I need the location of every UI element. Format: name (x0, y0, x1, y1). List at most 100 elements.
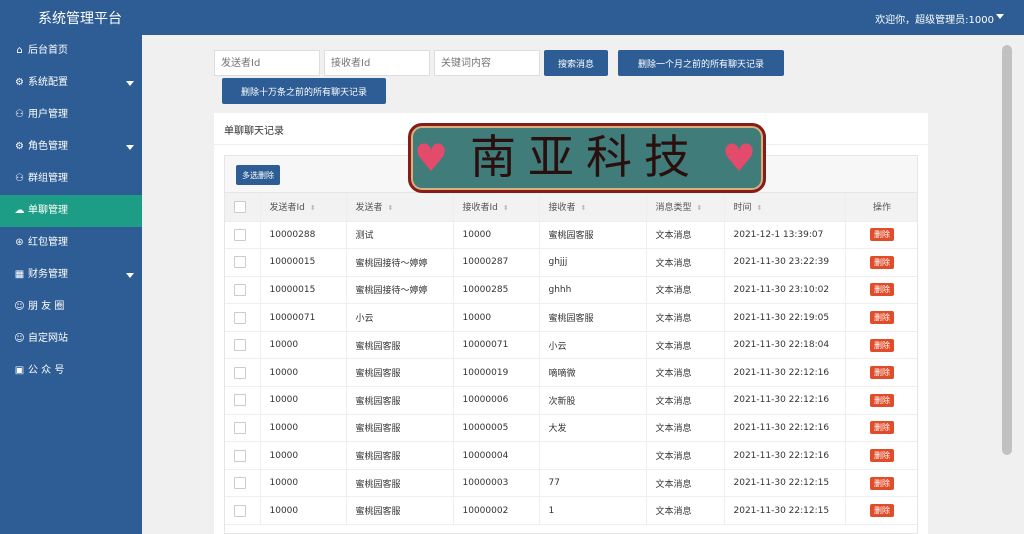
sort-icon[interactable]: ⬍ (757, 204, 763, 212)
action-cell: 删除 (845, 469, 917, 498)
sidebar-item-1[interactable]: ⚙ 系统配置 (0, 67, 142, 99)
search-button[interactable]: 搜索消息 (544, 50, 608, 76)
sort-icon[interactable]: ⬍ (310, 204, 316, 212)
sidebar-item-7[interactable]: ▦ 财务管理 (0, 259, 142, 291)
row-select-cell (225, 248, 261, 277)
cell-receiver-id: 10000004 (453, 441, 540, 470)
page-scrollbar[interactable] (1000, 35, 1024, 534)
cell-sender-id: 10000 (260, 441, 347, 470)
delete-button[interactable]: 删除 (870, 311, 894, 325)
row-checkbox[interactable] (234, 339, 246, 352)
row-select-cell (225, 496, 261, 526)
cell-receiver: 蜜桃园客服 (539, 221, 647, 250)
cell-time: 2021-11-30 22:12:16 (724, 414, 846, 443)
sort-icon[interactable]: ⬍ (697, 204, 703, 212)
cell-receiver: 77 (539, 469, 647, 498)
cell-type: 文本消息 (646, 441, 725, 470)
action-cell: 删除 (845, 248, 917, 277)
cell-type: 文本消息 (646, 248, 725, 277)
row-checkbox[interactable] (234, 228, 246, 241)
delete-button[interactable]: 删除 (870, 255, 894, 269)
delete-button[interactable]: 删除 (870, 366, 894, 380)
table-row: 10000 蜜桃园客服 10000002 1 文本消息 2021-11-30 22:12:… (225, 496, 917, 526)
user-menu[interactable]: 欢迎你，超级管理员:1000 (875, 11, 994, 26)
cell-receiver: 1 (539, 496, 647, 526)
action-cell: 删除 (845, 303, 917, 332)
table-row: 10000 蜜桃园客服 10000004 文本消息 2021-11-30 22:12:1… (225, 441, 917, 470)
home-icon: ⌂ (16, 45, 23, 56)
sender-id-input[interactable] (214, 50, 320, 76)
sidebar-item-9[interactable]: ☺ 自定网站 (0, 323, 142, 355)
row-select-cell (225, 358, 261, 388)
delete-month-button[interactable]: 删除一个月之前的所有聊天记录 (618, 50, 784, 76)
chevron-down-icon[interactable] (996, 14, 1004, 19)
action-cell: 删除 (845, 386, 917, 415)
delete-button[interactable]: 删除 (870, 393, 894, 407)
sort-icon[interactable]: ⬍ (388, 204, 394, 212)
chevron-down-icon (126, 273, 134, 278)
table-row: 10000 蜜桃园客服 10000071 小云 文本消息 2021-11-30 22:18… (225, 331, 917, 360)
cell-time: 2021-11-30 22:12:15 (724, 469, 846, 498)
cell-time: 2021-11-30 22:19:05 (724, 303, 846, 332)
column-header[interactable]: 发送者Id ⬍ (260, 193, 347, 222)
sidebar-item-0[interactable]: ⌂ 后台首页 (0, 35, 142, 67)
cell-type: 文本消息 (646, 386, 725, 415)
delete-button[interactable]: 删除 (870, 449, 894, 463)
row-checkbox[interactable] (234, 394, 246, 407)
top-bar: 系统管理平台 欢迎你，超级管理员:1000 (0, 0, 1024, 35)
select-all-checkbox[interactable] (234, 200, 246, 213)
cell-receiver: 蜜桃园客服 (539, 303, 647, 332)
user-icon: ⚇ (15, 173, 24, 184)
row-checkbox[interactable] (234, 311, 246, 324)
delete-button[interactable]: 删除 (870, 228, 894, 242)
row-select-cell (225, 331, 261, 360)
action-cell: 删除 (845, 496, 917, 526)
row-checkbox[interactable] (234, 504, 246, 517)
sidebar-item-10[interactable]: ▣ 公 众 号 (0, 355, 142, 387)
row-checkbox[interactable] (234, 256, 246, 269)
action-cell: 删除 (845, 441, 917, 470)
row-checkbox[interactable] (234, 477, 246, 490)
row-select-cell (225, 441, 261, 470)
row-checkbox[interactable] (234, 421, 246, 434)
delete-button[interactable]: 删除 (870, 283, 894, 297)
cell-receiver: ghhh (539, 276, 647, 305)
sidebar-item-label: 单聊管理 (28, 205, 68, 216)
cell-receiver (539, 441, 647, 470)
sidebar-item-4[interactable]: ⚇ 群组管理 (0, 163, 142, 195)
keyword-input[interactable] (434, 50, 540, 76)
chevron-down-icon (126, 145, 134, 150)
sidebar-item-8[interactable]: ☺ 朋 友 圈 (0, 291, 142, 323)
sort-icon[interactable]: ⬍ (503, 204, 509, 212)
cell-receiver: 次新股 (539, 386, 647, 415)
cell-time: 2021-11-30 22:12:15 (724, 496, 846, 526)
row-select-cell (225, 221, 261, 250)
sort-icon[interactable]: ⬍ (581, 204, 587, 212)
sidebar-item-label: 角色管理 (28, 141, 68, 152)
delete-button[interactable]: 删除 (870, 421, 894, 435)
scrollbar-thumb[interactable] (1002, 45, 1012, 455)
cell-sender-id: 10000288 (260, 221, 347, 250)
sidebar-item-6[interactable]: ⊛ 红包管理 (0, 227, 142, 259)
sidebar-item-3[interactable]: ⚙ 角色管理 (0, 131, 142, 163)
sidebar-item-2[interactable]: ⚇ 用户管理 (0, 99, 142, 131)
user-icon: ⚇ (15, 109, 24, 120)
sidebar-item-5[interactable]: ☁ 单聊管理 (0, 195, 142, 227)
cell-receiver-id: 10000005 (453, 414, 540, 443)
row-checkbox[interactable] (234, 449, 246, 462)
delete-button[interactable]: 删除 (870, 338, 894, 352)
main-content: 搜索消息 删除一个月之前的所有聊天记录 删除十万条之前的所有聊天记录 单聊聊天记… (142, 35, 1000, 534)
delete-button[interactable]: 删除 (870, 504, 894, 518)
row-checkbox[interactable] (234, 366, 246, 379)
bulk-delete-button[interactable]: 多选删除 (236, 165, 280, 185)
cell-receiver-id: 10000003 (453, 469, 540, 498)
row-checkbox[interactable] (234, 283, 246, 296)
receiver-id-input[interactable] (324, 50, 430, 76)
cell-time: 2021-11-30 22:12:16 (724, 358, 846, 388)
column-header-label: 消息类型 (655, 203, 692, 214)
cell-time: 2021-11-30 23:10:02 (724, 276, 846, 305)
cell-receiver-id: 10000 (453, 221, 540, 250)
delete-button[interactable]: 删除 (870, 476, 894, 490)
delete-100k-button[interactable]: 删除十万条之前的所有聊天记录 (222, 78, 386, 104)
cell-sender-id: 10000 (260, 469, 347, 498)
